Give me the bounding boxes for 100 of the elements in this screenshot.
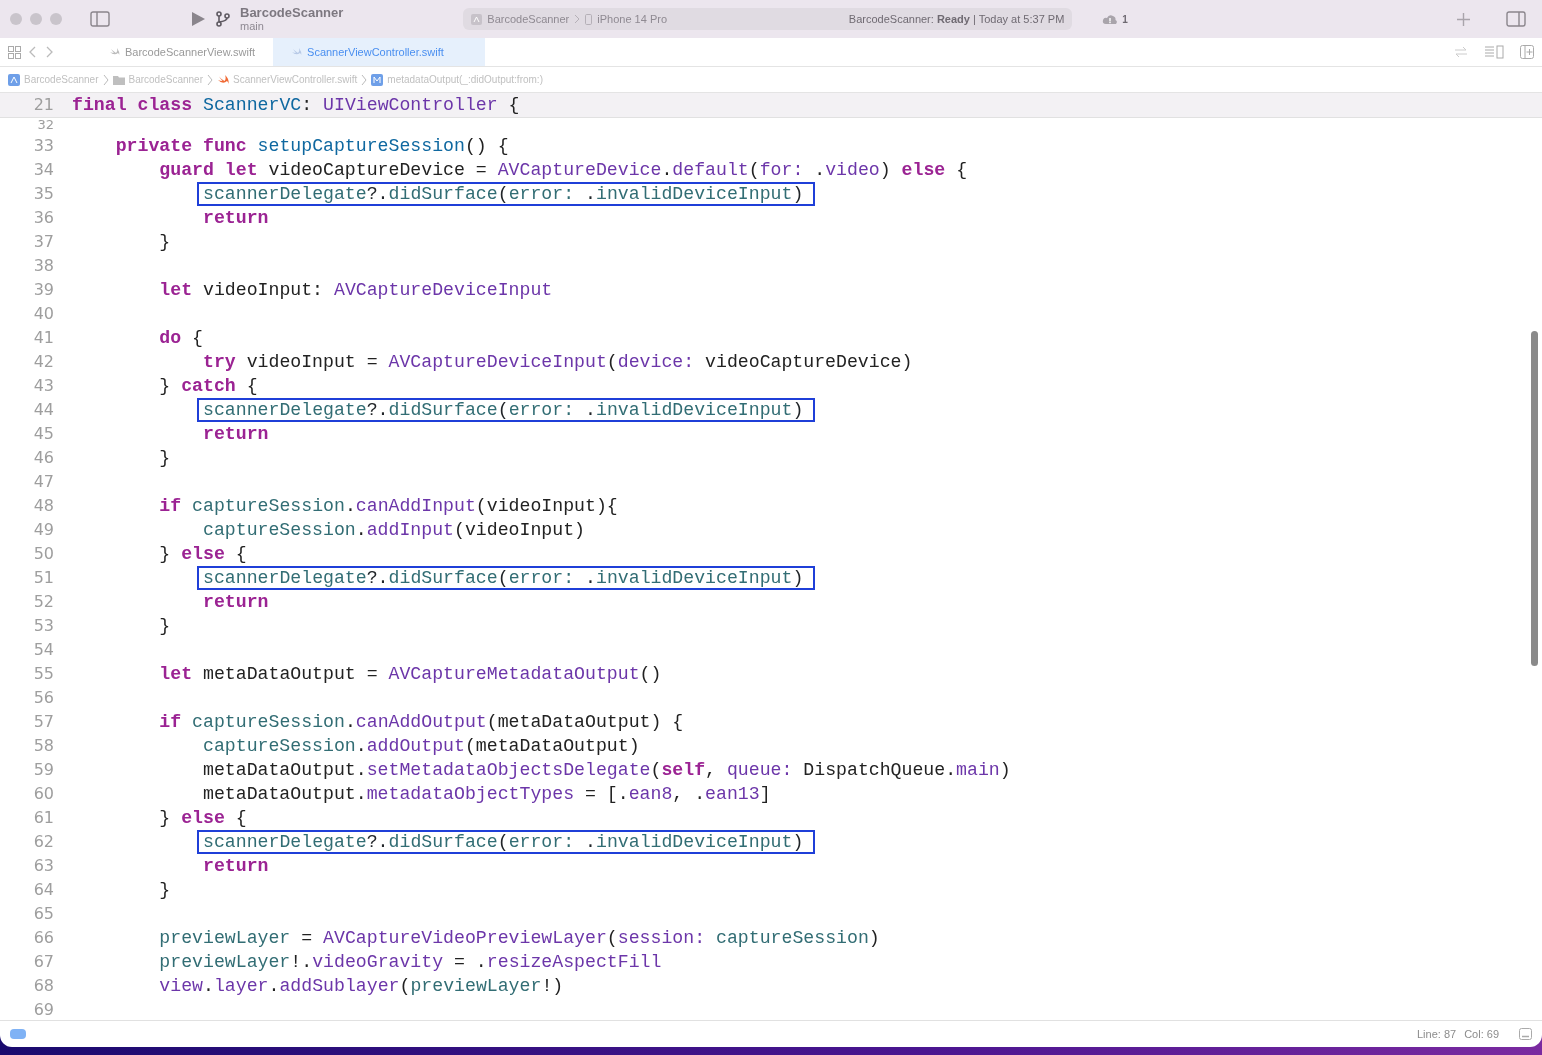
line-number: 21 bbox=[32, 94, 55, 116]
line-number: 59 bbox=[32, 759, 55, 781]
swap-icon[interactable] bbox=[1454, 46, 1468, 58]
chevron-icon bbox=[361, 73, 368, 86]
line-number: 32 bbox=[36, 118, 55, 131]
code-line: if captureSession.canAddInput(videoInput){ bbox=[158, 495, 618, 517]
breadcrumb-item[interactable]: ScannerViewController.swift bbox=[233, 72, 358, 87]
grid-icon[interactable] bbox=[8, 45, 21, 59]
line-number: 61 bbox=[32, 807, 55, 829]
branch-icon bbox=[216, 11, 230, 27]
code-line: return bbox=[201, 423, 269, 445]
code-line: do { bbox=[158, 327, 203, 349]
line-number: 60 bbox=[32, 783, 55, 805]
line-number: 49 bbox=[32, 519, 55, 541]
code-line: previewLayer = AVCaptureVideoPreviewLayer(session: captureSession) bbox=[158, 927, 880, 949]
add-editor-icon[interactable] bbox=[1520, 45, 1534, 59]
scheme-name[interactable]: BarcodeScanner bbox=[487, 10, 570, 28]
warning-count: 1 bbox=[1122, 12, 1128, 27]
window-control[interactable] bbox=[30, 13, 42, 25]
line-number: 44 bbox=[32, 399, 55, 421]
device-name[interactable]: iPhone 14 Pro bbox=[597, 10, 667, 28]
line-number: 43 bbox=[32, 375, 55, 397]
list-icon[interactable] bbox=[1484, 45, 1504, 59]
build-status: BarcodeScanner: Ready | Today at 5:37 PM bbox=[848, 11, 1065, 27]
back-icon[interactable] bbox=[29, 46, 37, 58]
code-line: return bbox=[201, 855, 269, 877]
line-number: 36 bbox=[32, 207, 55, 229]
highlighted-code: scannerDelegate?.didSurface(error: .invalidDeviceInput) bbox=[197, 830, 816, 854]
code-line: if captureSession.canAddOutput(metaDataOutput) { bbox=[158, 711, 684, 733]
line-number: 63 bbox=[32, 855, 55, 877]
swift-icon bbox=[109, 47, 120, 57]
highlighted-code: scannerDelegate?.didSurface(error: .invalidDeviceInput) bbox=[197, 182, 816, 206]
window-control[interactable] bbox=[10, 13, 22, 25]
code-line: guard let videoCaptureDevice = AVCaptureDevice.default(for: .video) else { bbox=[158, 159, 968, 181]
code-line: previewLayer!.videoGravity = .resizeAspectFill bbox=[158, 951, 662, 973]
swift-icon bbox=[291, 47, 303, 57]
line-number: 33 bbox=[32, 135, 55, 157]
forward-icon[interactable] bbox=[45, 46, 53, 58]
phone-icon bbox=[585, 13, 593, 25]
line-number: 47 bbox=[32, 471, 55, 493]
code-line: } bbox=[158, 879, 171, 901]
line-number: 67 bbox=[32, 951, 55, 973]
breadcrumb-item[interactable]: metadataOutput(_:didOutput:from:) bbox=[387, 72, 543, 87]
line-number: 62 bbox=[32, 831, 55, 853]
code-line: } else { bbox=[158, 543, 247, 565]
line-number: 57 bbox=[32, 711, 55, 733]
cursor-column: Col: 69 bbox=[1464, 1025, 1499, 1043]
line-number: 48 bbox=[32, 495, 55, 517]
debug-area-icon[interactable] bbox=[1519, 1028, 1532, 1040]
code-line: } catch { bbox=[158, 375, 258, 397]
code-line: final class ScannerVC: UIViewController { bbox=[72, 94, 520, 116]
breadcrumb-item[interactable]: BarcodeScanner bbox=[24, 72, 99, 87]
line-number: 56 bbox=[32, 687, 55, 709]
code-line: let metaDataOutput = AVCaptureMetadataOutput() bbox=[158, 663, 662, 685]
line-number: 46 bbox=[32, 447, 55, 469]
project-name: BarcodeScanner bbox=[240, 6, 344, 20]
line-number: 50 bbox=[32, 543, 55, 565]
line-number: 69 bbox=[32, 999, 55, 1020]
chevron-icon bbox=[207, 73, 213, 86]
line-number: 38 bbox=[32, 255, 55, 277]
line-number: 55 bbox=[32, 663, 55, 685]
line-number: 40 bbox=[32, 303, 55, 325]
scrollbar-thumb[interactable] bbox=[1531, 331, 1538, 666]
code-line: private func setupCaptureSession() { bbox=[114, 135, 509, 157]
swift-icon bbox=[217, 73, 229, 86]
cursor-line: Line: 87 bbox=[1417, 1026, 1457, 1042]
editor-tab[interactable]: ScannerViewController.swift bbox=[273, 38, 486, 66]
code-line: return bbox=[201, 207, 269, 229]
highlighted-code: scannerDelegate?.didSurface(error: .invalidDeviceInput) bbox=[197, 566, 816, 590]
line-number: 53 bbox=[32, 615, 55, 637]
line-number: 41 bbox=[32, 327, 55, 349]
code-line: metaDataOutput.metadataObjectTypes = [.ean8, .ean13] bbox=[201, 783, 771, 805]
warning-icon[interactable] bbox=[1102, 13, 1119, 25]
play-icon[interactable] bbox=[190, 11, 206, 27]
window-control[interactable] bbox=[50, 13, 62, 25]
folder-icon bbox=[112, 73, 125, 86]
chevron-icon bbox=[102, 73, 109, 86]
line-number: 51 bbox=[32, 567, 55, 589]
code-line: } bbox=[158, 447, 171, 469]
code-line: return bbox=[201, 591, 269, 613]
method-icon bbox=[371, 73, 384, 86]
inspector-toggle-icon[interactable] bbox=[1506, 11, 1526, 27]
sidebar-toggle-icon[interactable] bbox=[90, 11, 110, 27]
line-number: 34 bbox=[32, 159, 55, 181]
add-icon[interactable] bbox=[1457, 12, 1470, 26]
line-number: 45 bbox=[32, 423, 55, 445]
branch-name: main bbox=[240, 20, 265, 32]
app-icon bbox=[8, 73, 20, 86]
code-line: metaDataOutput.setMetadataObjectsDelegate(self, queue: DispatchQueue.main) bbox=[201, 759, 1011, 781]
highlighted-code: scannerDelegate?.didSurface(error: .invalidDeviceInput) bbox=[197, 398, 816, 422]
code-line: captureSession.addInput(videoInput) bbox=[201, 519, 585, 541]
console-toggle-icon[interactable] bbox=[10, 1029, 26, 1039]
line-number: 42 bbox=[32, 351, 55, 373]
code-line: captureSession.addOutput(metaDataOutput) bbox=[201, 735, 640, 757]
line-number: 68 bbox=[32, 975, 55, 997]
code-line: view.layer.addSublayer(previewLayer!) bbox=[158, 975, 564, 997]
code-line: try videoInput = AVCaptureDeviceInput(device: videoCaptureDevice) bbox=[201, 351, 913, 373]
breadcrumb-item[interactable]: BarcodeScanner bbox=[128, 72, 203, 87]
code-line: } bbox=[158, 615, 171, 637]
editor-tab[interactable]: BarcodeScannerView.swift bbox=[91, 38, 274, 66]
